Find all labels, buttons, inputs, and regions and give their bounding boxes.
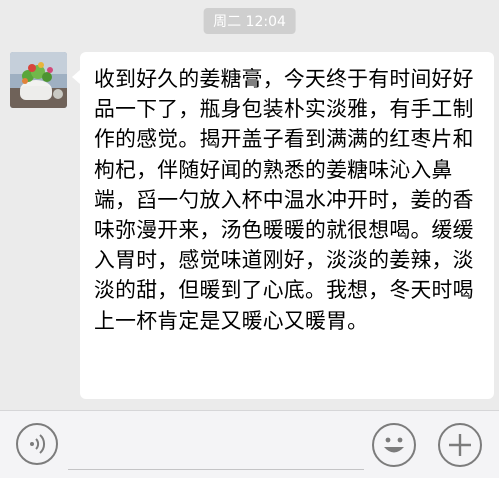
input-toolbar (0, 410, 499, 478)
emoji-button[interactable] (372, 423, 416, 467)
message-bubble[interactable]: 收到好久的姜糖膏，今天终于有时间好好品一下了，瓶身包装朴实淡雅，有手工制作的感觉… (72, 52, 494, 399)
message-timestamp: 周二 12:04 (203, 8, 296, 34)
sender-avatar[interactable] (10, 52, 67, 108)
voice-button[interactable] (16, 423, 58, 465)
plus-icon (449, 434, 471, 456)
potted-plant-avatar-icon (10, 52, 67, 108)
add-button[interactable] (438, 423, 482, 467)
voice-icon (30, 434, 46, 454)
smiley-icon (384, 437, 404, 453)
message-input[interactable] (68, 421, 364, 470)
message-text: 收到好久的姜糖膏，今天终于有时间好好品一下了，瓶身包装朴实淡雅，有手工制作的感觉… (94, 67, 474, 333)
chat-area: 周二 12:04 收到好久的姜糖膏，今天终于有时间好好品一下了，瓶身包装朴实淡雅… (0, 0, 499, 410)
